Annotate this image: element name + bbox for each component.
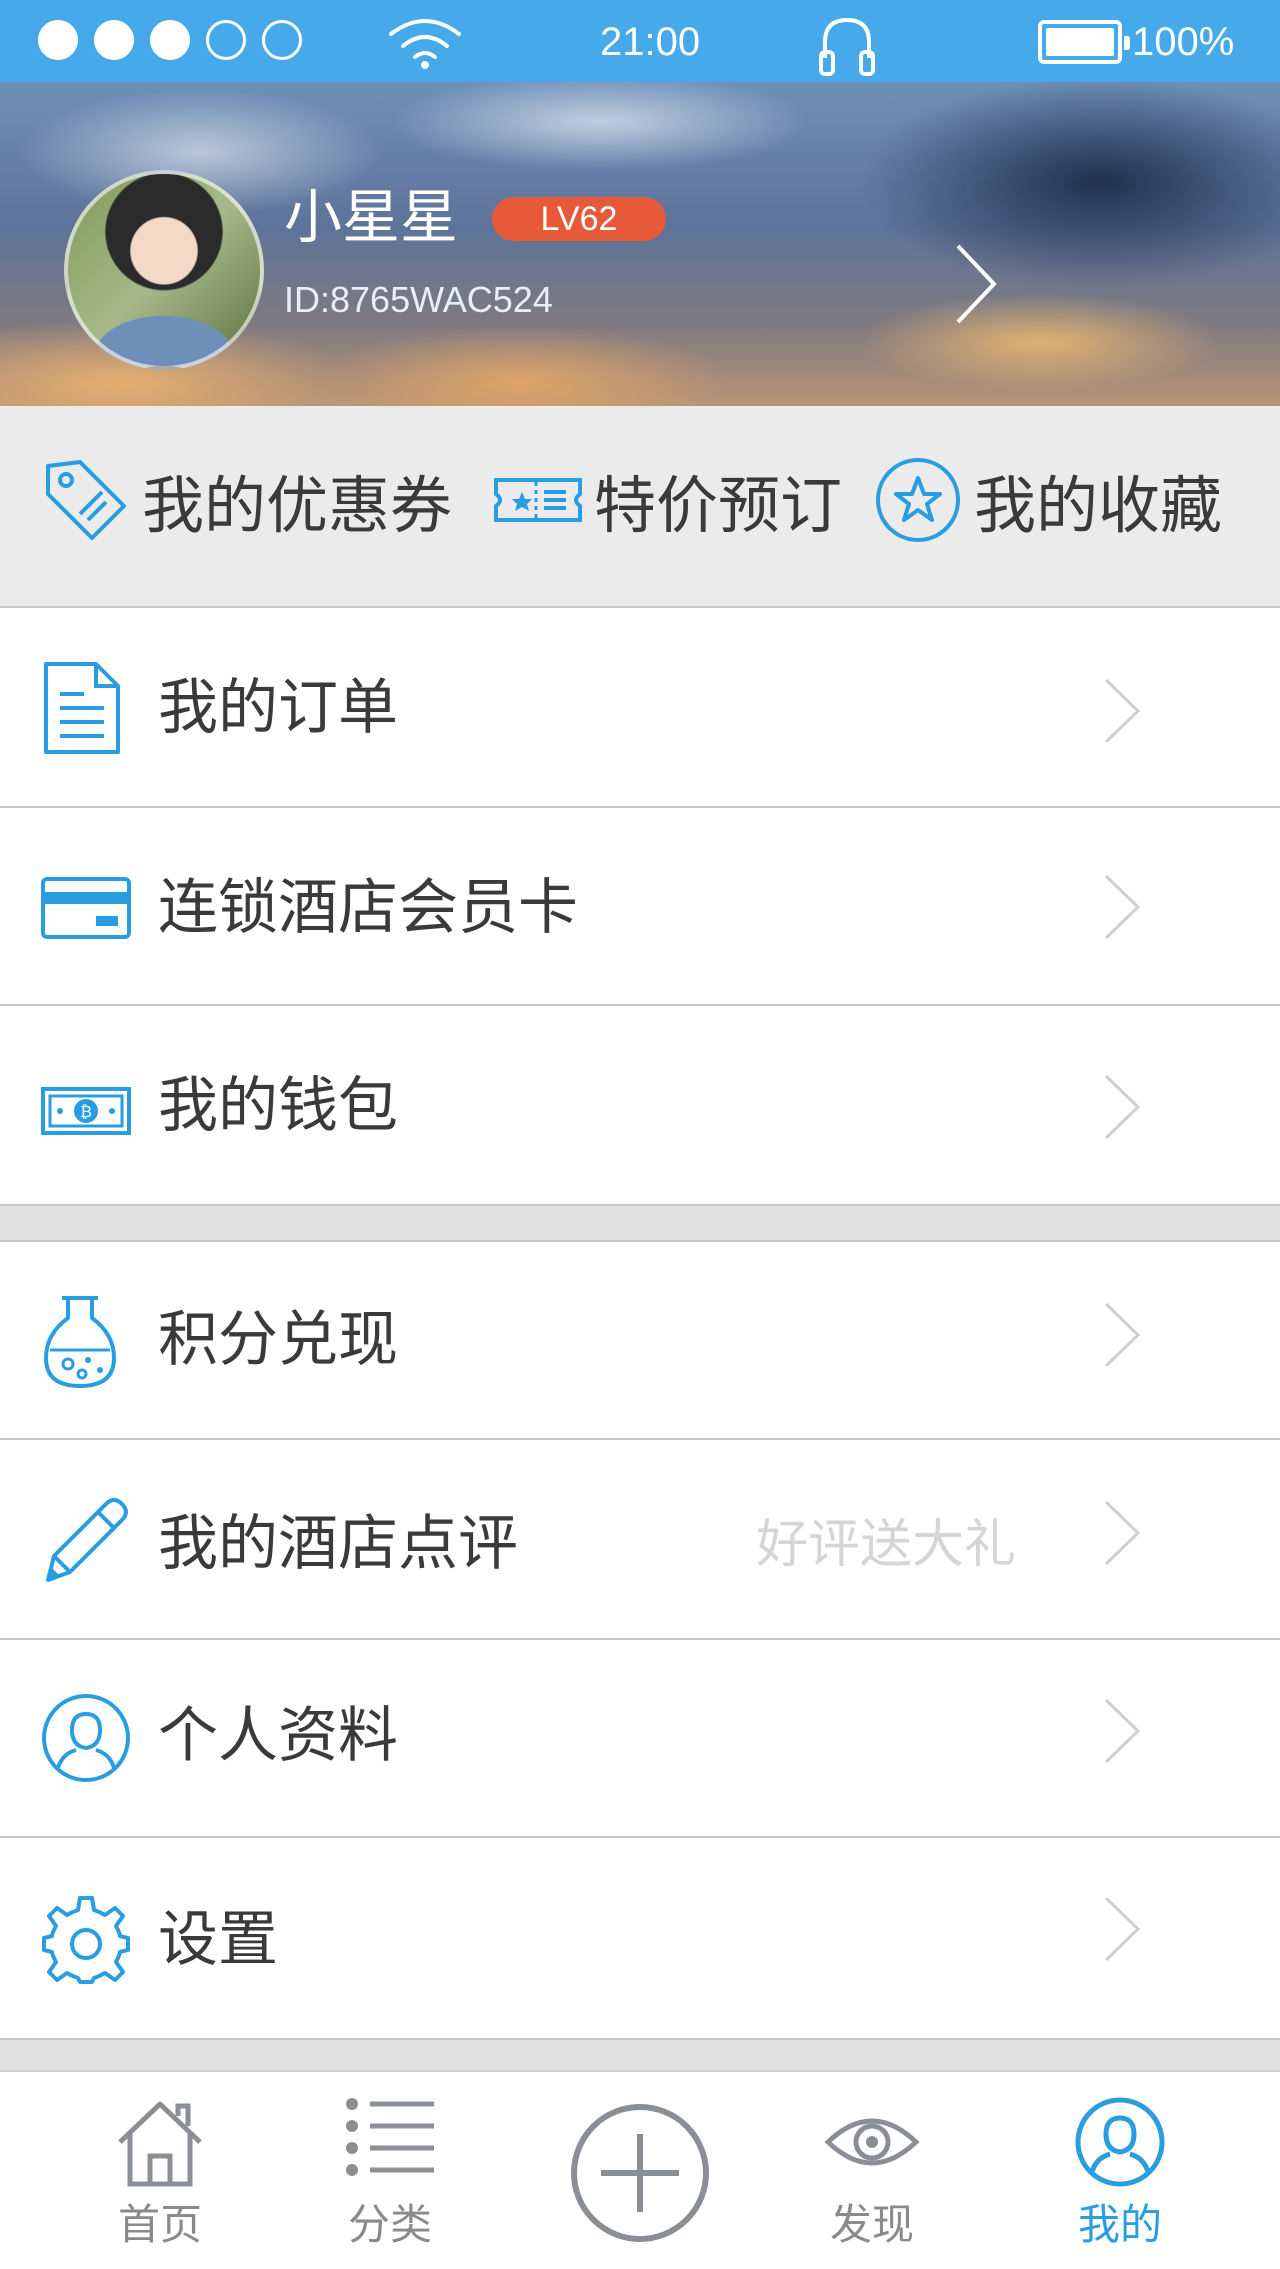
- signal-dot: [262, 20, 302, 60]
- quick-actions: 我的优惠券 特价预订 我的收藏: [0, 406, 1280, 608]
- tab-label: 分类: [347, 2200, 432, 2249]
- menu-item-label: 个人资料: [158, 1701, 398, 1771]
- document-icon: [44, 662, 120, 754]
- ticket-icon: [494, 478, 582, 522]
- tab-categories[interactable]: 分类: [300, 2072, 480, 2269]
- quick-action-special-booking[interactable]: 特价预订: [492, 450, 842, 550]
- menu-item-settings[interactable]: 设置: [0, 1838, 1280, 2040]
- menu-item-label: 积分兑现: [158, 1305, 398, 1375]
- chevron-right-icon[interactable]: [952, 240, 1000, 328]
- user-circle-icon: [1075, 2097, 1165, 2187]
- menu-item-label: 我的订单: [158, 673, 398, 743]
- quick-action-favorites[interactable]: 我的收藏: [872, 450, 1222, 550]
- quick-action-label: 我的收藏: [974, 469, 1223, 542]
- chevron-right-icon: [1104, 1500, 1141, 1566]
- tab-label: 发现: [829, 2200, 914, 2249]
- menu-item-hotel-reviews[interactable]: 我的酒店点评 好评送大礼: [0, 1440, 1280, 1640]
- signal-dot: [38, 20, 78, 60]
- flask-icon: [44, 1296, 116, 1388]
- eye-icon: [824, 2118, 920, 2166]
- menu-item-label: 连锁酒店会员卡: [158, 873, 578, 943]
- quick-action-label: 我的优惠券: [142, 469, 453, 542]
- chevron-right-icon: [1104, 874, 1141, 940]
- menu-item-label: 设置: [158, 1905, 278, 1975]
- signal-dot: [94, 20, 134, 60]
- level-badge: LV62: [492, 197, 666, 241]
- plus-circle-icon[interactable]: [571, 2104, 709, 2242]
- tab-label: 首页: [117, 2200, 202, 2249]
- signal-dot: [206, 20, 246, 60]
- review-promo-hint: 好评送大礼: [756, 1515, 1017, 1575]
- quick-action-coupons[interactable]: 我的优惠券: [40, 450, 452, 550]
- menu-item-hotel-member-card[interactable]: 连锁酒店会员卡: [0, 808, 1280, 1006]
- chevron-right-icon: [1104, 1074, 1141, 1140]
- bottom-tab-bar: 首页 分类 发现 我的: [0, 2070, 1280, 2269]
- section-divider: [0, 2040, 1280, 2070]
- wifi-icon: [389, 19, 461, 69]
- tab-home[interactable]: 首页: [70, 2072, 250, 2269]
- menu-item-label: 我的酒店点评: [158, 1509, 518, 1579]
- credit-card-icon: [41, 877, 131, 939]
- coupon-tag-icon: [46, 460, 126, 540]
- profile-name: 小星星: [284, 183, 459, 251]
- chevron-right-icon: [1104, 1896, 1141, 1962]
- status-bar: 21:00 100%: [0, 0, 1280, 82]
- signal-dot: [150, 20, 190, 60]
- headphone-icon: [819, 17, 875, 76]
- signal-dots: [38, 20, 302, 60]
- pencil-icon: [46, 1498, 128, 1582]
- tab-mine[interactable]: 我的: [1030, 2072, 1210, 2269]
- home-icon: [118, 2101, 202, 2187]
- star-circle-icon: [876, 458, 960, 542]
- menu-item-points-redeem[interactable]: 积分兑现: [0, 1240, 1280, 1440]
- menu-item-label: 我的钱包: [158, 1071, 398, 1141]
- menu-item-orders[interactable]: 我的订单: [0, 608, 1280, 808]
- menu-item-wallet[interactable]: ₿ 我的钱包: [0, 1006, 1280, 1206]
- bill-coin-icon: ₿: [41, 1087, 131, 1135]
- list-icon: [346, 2098, 434, 2176]
- user-circle-icon: [42, 1694, 130, 1782]
- status-time: 21:00: [600, 20, 701, 64]
- battery-icon: [1038, 20, 1130, 64]
- chevron-right-icon: [1104, 1302, 1141, 1368]
- quick-action-label: 特价预订: [594, 469, 843, 542]
- chevron-right-icon: [1104, 1698, 1141, 1764]
- section-divider: [0, 1206, 1280, 1240]
- profile-user-id: ID:8765WAC524: [284, 279, 553, 320]
- battery-percent: 100%: [1132, 20, 1235, 64]
- tab-discover[interactable]: 发现: [782, 2072, 962, 2269]
- chevron-right-icon: [1104, 678, 1141, 744]
- avatar[interactable]: [64, 170, 264, 370]
- gear-icon: [42, 1896, 130, 1984]
- svg-text:₿: ₿: [80, 1102, 92, 1121]
- menu-item-profile[interactable]: 个人资料: [0, 1640, 1280, 1838]
- tab-label: 我的: [1077, 2200, 1162, 2249]
- profile-header[interactable]: 小星星 LV62 ID:8765WAC524: [0, 82, 1280, 406]
